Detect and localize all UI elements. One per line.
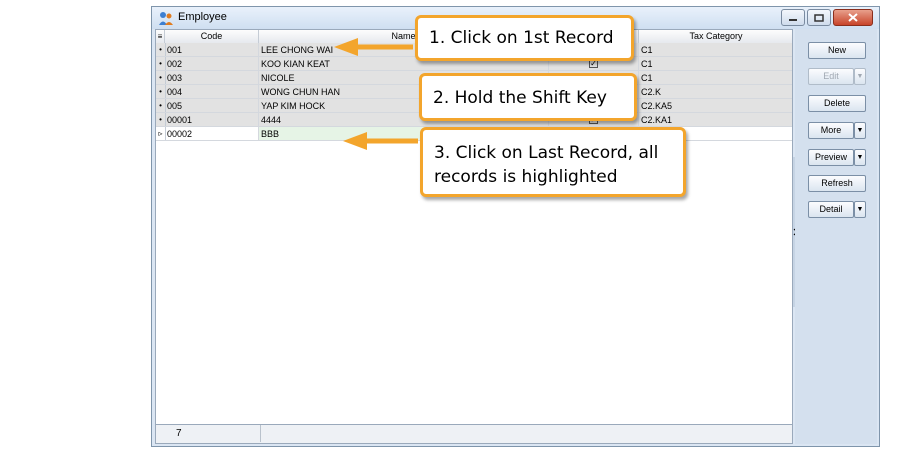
callout-step2-text: 2. Hold the Shift Key [433, 88, 607, 108]
callout-step1-text: 1. Click on 1st Record [429, 28, 614, 48]
annotation-arrows [334, 38, 418, 150]
arrow-step3 [343, 132, 418, 150]
arrow-step1 [334, 38, 413, 56]
callout-step3: 3. Click on Last Record, all records is … [420, 127, 686, 197]
callout-step2: 2. Hold the Shift Key [419, 73, 637, 121]
callout-step3-line2: records is highlighted [434, 167, 618, 187]
callout-step3-line1: 3. Click on Last Record, all [434, 143, 659, 163]
callout-step1: 1. Click on 1st Record [415, 15, 634, 61]
